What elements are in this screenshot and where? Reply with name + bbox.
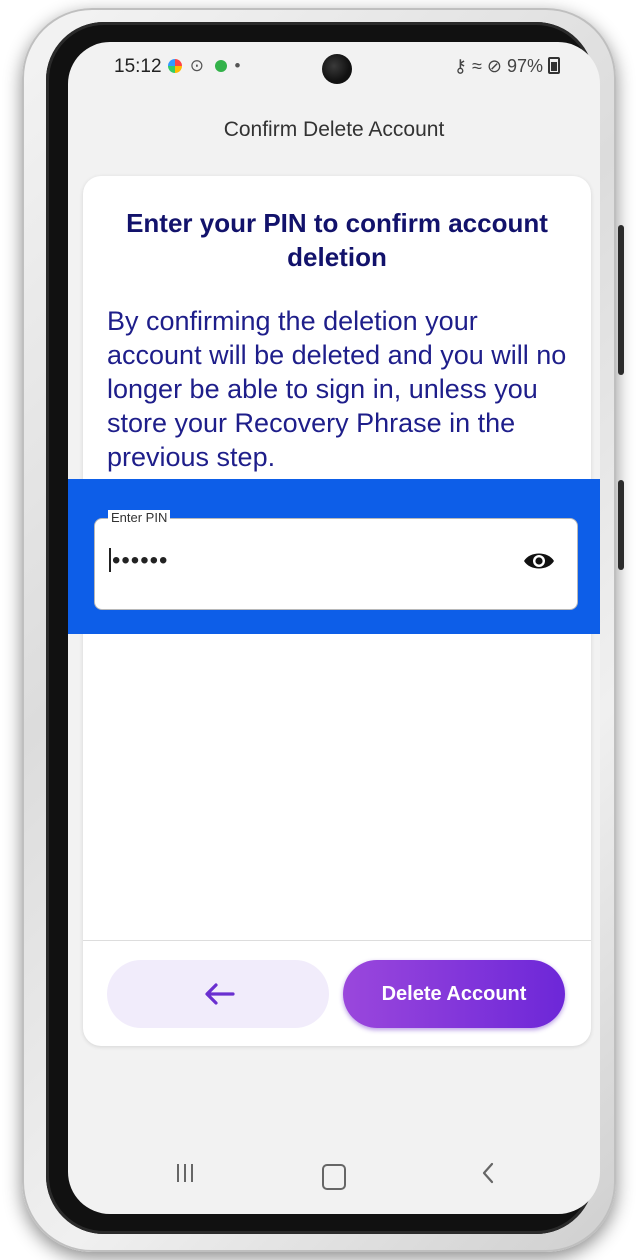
notification-icons: ⊙ • xyxy=(168,56,243,76)
android-icon xyxy=(214,60,227,72)
recent-apps-icon[interactable] xyxy=(174,1162,196,1184)
app-notification-icon xyxy=(168,59,182,73)
battery-icon xyxy=(548,57,560,74)
page-title: Confirm Delete Account xyxy=(223,118,445,141)
status-bar: 15:12 ⊙ • ⚷ ≈ ⊘ 97% xyxy=(68,42,600,94)
arrow-left-icon xyxy=(205,983,235,1005)
front-camera xyxy=(322,54,352,84)
delete-account-button[interactable]: Delete Account xyxy=(343,960,565,1028)
system-icons: ⚷ ≈ ⊘ xyxy=(453,56,502,76)
status-icons-right: ⚷ ≈ ⊘ 97% xyxy=(454,56,560,77)
status-time: 15:12 xyxy=(114,56,162,77)
eye-icon[interactable] xyxy=(523,549,555,573)
more-notifications-icon: • xyxy=(234,56,244,75)
pin-input[interactable]: •••••• xyxy=(94,518,578,610)
card-heading: Enter your PIN to confirm account deleti… xyxy=(126,208,548,272)
pin-masked-text: •••••• xyxy=(112,547,169,574)
text-cursor xyxy=(109,548,111,572)
back-button[interactable] xyxy=(107,960,329,1028)
power-button xyxy=(618,480,624,570)
phone-screen: 15:12 ⊙ • ⚷ ≈ ⊘ 97% Confirm Delete Accou… xyxy=(68,42,600,1214)
divider xyxy=(83,940,591,941)
back-chevron-icon[interactable] xyxy=(480,1158,496,1188)
location-icon: ⊙ xyxy=(189,56,207,75)
battery-percent: 97% xyxy=(506,56,543,76)
volume-button xyxy=(618,225,624,375)
card-description: By confirming the deletion your account … xyxy=(107,306,567,472)
navigation-bar xyxy=(68,1140,600,1214)
pin-label: Enter PIN xyxy=(108,510,171,525)
pin-input-value[interactable]: •••••• xyxy=(109,547,168,575)
home-icon[interactable] xyxy=(322,1164,346,1190)
